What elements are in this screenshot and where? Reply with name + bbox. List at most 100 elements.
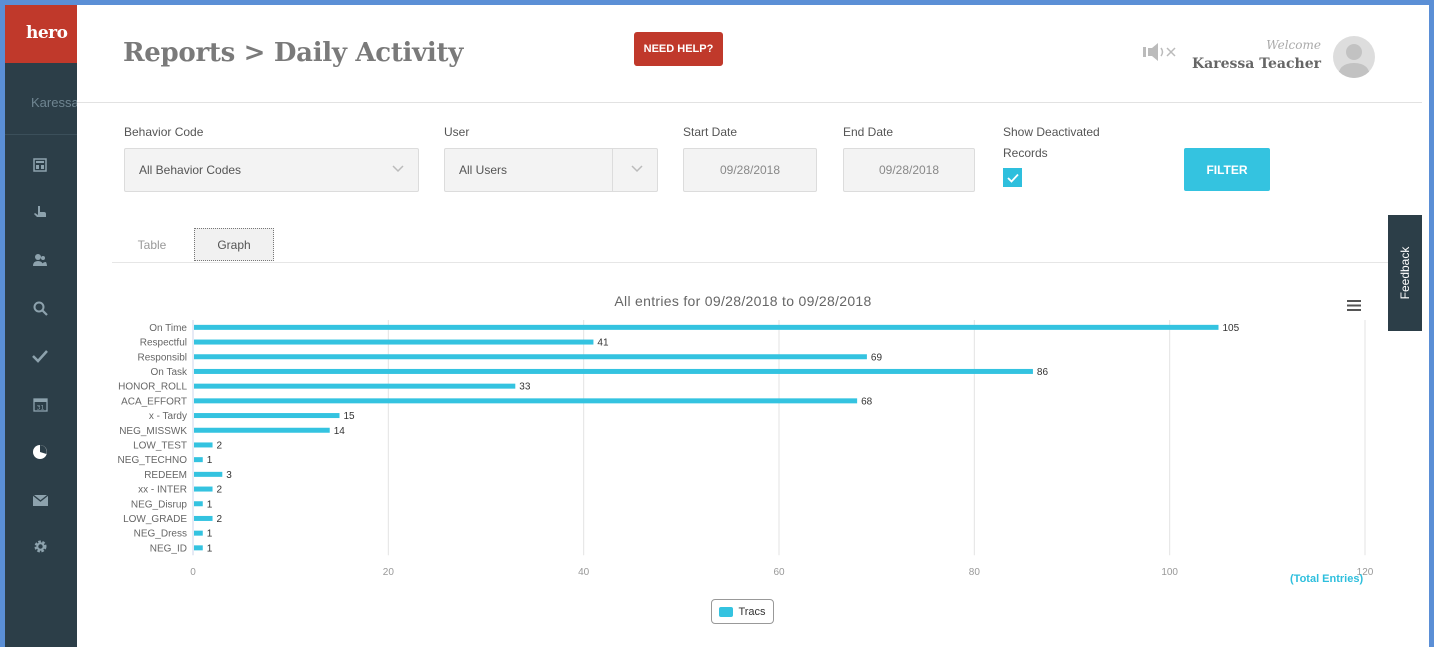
data-label: 2: [217, 514, 223, 525]
category-label: HONOR_ROLL: [118, 382, 187, 393]
data-label: 86: [1037, 367, 1049, 378]
data-label: 1: [207, 499, 213, 510]
students-icon[interactable]: [31, 251, 49, 269]
bar: [194, 427, 330, 433]
check-icon[interactable]: [31, 347, 49, 365]
legend-swatch: [719, 606, 734, 617]
chart-title: All entries for 09/28/2018 to 09/28/2018: [614, 293, 872, 309]
category-label: Responsibl: [138, 352, 187, 363]
bar: [194, 530, 203, 536]
legend-label: Tracs: [738, 605, 766, 618]
bar: [194, 324, 1219, 330]
welcome-label: Welcome: [1266, 38, 1321, 52]
x-tick-label: 80: [969, 567, 981, 577]
x-tick-label: 60: [773, 567, 785, 577]
user-select[interactable]: All Users: [444, 148, 658, 192]
calendar-icon[interactable]: 31: [31, 395, 49, 413]
data-label: 1: [207, 455, 213, 466]
bar: [194, 457, 203, 463]
bar: [194, 339, 594, 345]
category-label: ACA_EFFORT: [121, 396, 187, 407]
data-label: 33: [519, 382, 531, 393]
data-label: 2: [217, 440, 223, 451]
show-deactivated-label: Show Deactivated: [1003, 125, 1100, 139]
bar: [194, 471, 223, 477]
tab-divider: [112, 262, 1422, 263]
start-date-label: Start Date: [683, 125, 738, 139]
show-deactivated-label-line2: Records: [1003, 146, 1048, 160]
sidebar: hero Karessa Teacher 31: [5, 5, 77, 647]
user-label: User: [444, 125, 470, 139]
svg-text:31: 31: [36, 404, 44, 411]
behavior-code-label: Behavior Code: [124, 125, 204, 139]
bar: [194, 515, 213, 521]
behavior-code-value: All Behavior Codes: [139, 163, 242, 177]
bar: [194, 501, 203, 507]
bar: [194, 368, 1033, 374]
mail-icon[interactable]: [31, 491, 49, 509]
show-deactivated-checkbox[interactable]: [1003, 168, 1022, 187]
bar: [194, 545, 203, 551]
chevron-down-icon: [392, 165, 404, 173]
header-divider: [77, 102, 1422, 103]
bar: [194, 442, 213, 448]
bar: [194, 398, 858, 404]
behavior-code-select[interactable]: All Behavior Codes: [124, 148, 419, 192]
page-title: Reports > Daily Activity: [123, 38, 464, 68]
start-date-input[interactable]: 09/28/2018: [683, 148, 817, 192]
category-label: NEG_MISSWK: [119, 426, 187, 437]
data-label: 14: [334, 426, 346, 437]
tab-table[interactable]: Table: [112, 228, 192, 261]
dashboard-icon[interactable]: [31, 156, 49, 174]
data-label: 105: [1223, 323, 1240, 334]
bar: [194, 413, 340, 419]
feedback-label: Feedback: [1398, 246, 1412, 300]
welcome-block: Welcome Karessa Teacher: [1192, 38, 1321, 72]
data-label: 1: [207, 529, 213, 540]
chart-legend[interactable]: Tracs: [711, 599, 774, 624]
data-label: 3: [226, 470, 232, 481]
data-label: 69: [871, 352, 883, 363]
category-label: Respectful: [140, 338, 187, 349]
category-label: LOW_GRADE: [123, 514, 187, 525]
need-help-button[interactable]: NEED HELP?: [634, 32, 723, 66]
speaker-muted-icon[interactable]: [1143, 42, 1181, 67]
hand-icon[interactable]: [31, 203, 49, 221]
category-label: NEG_Disrup: [131, 499, 188, 510]
category-label: xx - INTER: [138, 485, 187, 496]
category-label: REDEEM: [144, 470, 187, 481]
feedback-tab[interactable]: Feedback: [1388, 215, 1422, 331]
category-label: NEG_TECHNO: [118, 455, 188, 466]
data-label: 15: [344, 411, 356, 422]
category-label: NEG_ID: [150, 543, 187, 554]
gear-icon[interactable]: [31, 537, 49, 555]
avatar[interactable]: [1333, 36, 1375, 78]
end-date-input[interactable]: 09/28/2018: [843, 148, 975, 192]
data-label: 68: [861, 396, 873, 407]
category-label: LOW_TEST: [133, 440, 187, 451]
data-label: 1: [207, 543, 213, 554]
end-date-label: End Date: [843, 125, 894, 139]
pie-chart-icon[interactable]: [31, 443, 49, 461]
bar: [194, 486, 213, 492]
checkmark-icon: [1006, 173, 1019, 183]
x-tick-label: 20: [383, 567, 395, 577]
user-value: All Users: [459, 163, 508, 177]
bar: [194, 354, 867, 360]
tab-graph[interactable]: Graph: [194, 228, 274, 261]
x-tick-label: 0: [190, 567, 196, 577]
category-label: x - Tardy: [149, 411, 187, 422]
data-label: 41: [597, 338, 609, 349]
logo[interactable]: hero: [5, 5, 77, 63]
filter-button[interactable]: FILTER: [1184, 148, 1270, 191]
user-name[interactable]: Karessa Teacher: [1192, 56, 1321, 72]
x-tick-label: 100: [1161, 567, 1178, 577]
bar-chart: 0 20 40 60 80 100 120On Time 105Respectful 41Res…: [118, 320, 1374, 577]
category-label: On Time: [149, 323, 187, 334]
category-label: On Task: [151, 367, 188, 378]
category-label: NEG_Dress: [134, 529, 187, 540]
sidebar-user-name: Karessa Teacher: [5, 63, 77, 135]
x-tick-label: 40: [578, 567, 590, 577]
select-separator: [612, 149, 613, 191]
value-axis-label: (Total Entries): [1290, 573, 1364, 585]
